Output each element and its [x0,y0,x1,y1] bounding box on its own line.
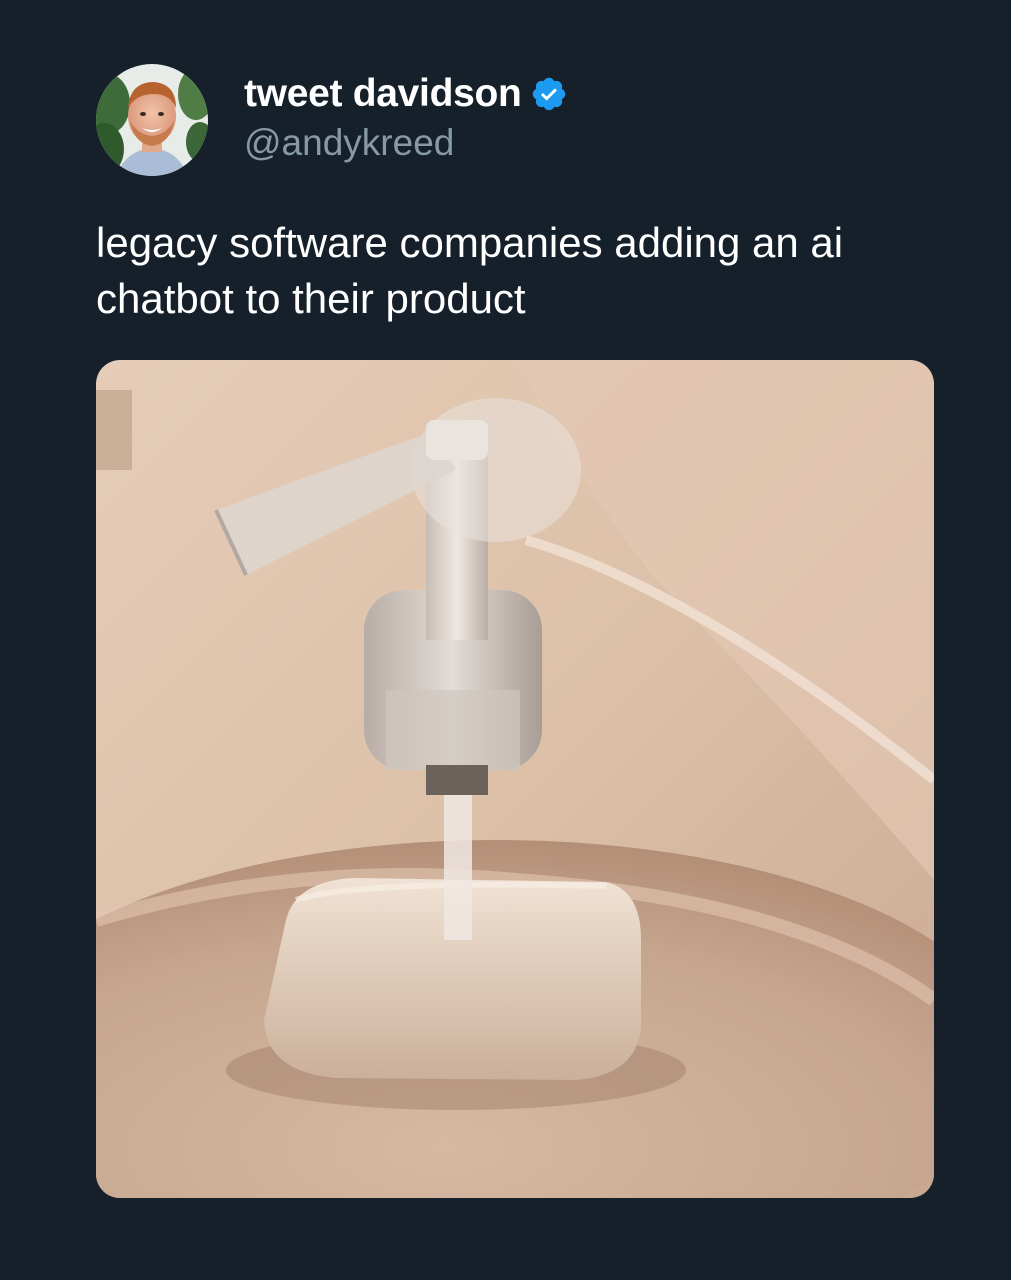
tweet-media-image[interactable] [96,360,934,1198]
soap-pump-photo [96,360,934,1198]
name-row: tweet davidson [244,72,568,116]
verified-badge-icon [530,75,568,113]
avatar[interactable] [96,64,208,176]
user-info: tweet davidson @andykreed [244,72,568,164]
display-name[interactable]: tweet davidson [244,72,522,116]
user-handle[interactable]: @andykreed [244,122,568,164]
avatar-photo [96,64,208,176]
tweet-text: legacy software companies adding an ai c… [96,219,844,322]
tweet-card: tweet davidson @andykreed legacy softwar… [0,0,1011,1280]
